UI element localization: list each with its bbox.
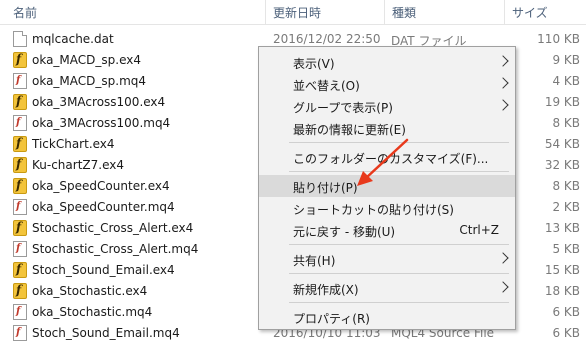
chevron-right-icon bbox=[497, 77, 509, 89]
mq4-file-icon: f bbox=[13, 241, 27, 257]
menu-item-label: 共有(H) bbox=[293, 254, 336, 268]
menu-item-label: グループで表示(P) bbox=[293, 101, 393, 115]
file-name: Stochastic_Cross_Alert.ex4 bbox=[32, 221, 194, 235]
chevron-right-icon bbox=[497, 252, 509, 264]
file-size: 4 KB bbox=[552, 74, 580, 88]
column-divider[interactable] bbox=[384, 0, 385, 24]
file-size: 32 KB bbox=[544, 158, 580, 172]
dat-file-icon bbox=[13, 31, 27, 47]
column-header-date[interactable]: 更新日時 bbox=[273, 4, 321, 21]
column-divider[interactable] bbox=[504, 0, 505, 24]
file-name: oka_MACD_sp.mq4 bbox=[32, 74, 147, 88]
column-header-name[interactable]: 名前 bbox=[13, 4, 37, 21]
column-header-size[interactable]: サイズ bbox=[512, 4, 548, 21]
menu-item-label: 最新の情報に更新(E) bbox=[293, 123, 406, 137]
column-header-type[interactable]: 種類 bbox=[392, 4, 416, 21]
file-name: oka_3MAcross100.mq4 bbox=[32, 116, 171, 130]
ex4-file-icon: f bbox=[13, 157, 27, 173]
file-name: Ku-chartZ7.ex4 bbox=[32, 158, 124, 172]
mq4-file-icon: f bbox=[13, 199, 27, 215]
file-name: oka_Stochastic.mq4 bbox=[32, 305, 153, 319]
menu-item-label: 表示(V) bbox=[293, 57, 335, 71]
menu-item-shortcut: Ctrl+Z bbox=[459, 223, 499, 237]
menu-item-label: プロパティ(R) bbox=[293, 312, 370, 326]
menu-item[interactable]: プロパティ(R) bbox=[259, 306, 515, 328]
chevron-right-icon bbox=[497, 99, 509, 111]
menu-item-label: 新規作成(X) bbox=[293, 283, 359, 297]
file-name: oka_MACD_sp.ex4 bbox=[32, 53, 141, 67]
file-size: 110 KB bbox=[537, 32, 580, 46]
file-name: oka_SpeedCounter.mq4 bbox=[32, 200, 175, 214]
mq4-file-icon: f bbox=[13, 115, 27, 131]
file-size: 54 KB bbox=[544, 137, 580, 151]
column-header: 名前 更新日時 種類 サイズ bbox=[0, 0, 586, 25]
menu-separator bbox=[289, 302, 509, 303]
menu-item-label: このフォルダーのカスタマイズ(F)... bbox=[293, 152, 489, 166]
menu-item[interactable]: このフォルダーのカスタマイズ(F)... bbox=[259, 146, 515, 168]
ex4-file-icon: f bbox=[13, 178, 27, 194]
menu-item[interactable]: グループで表示(P) bbox=[259, 95, 515, 117]
file-size: 8 KB bbox=[552, 116, 580, 130]
file-name: Stoch_Sound_Email.mq4 bbox=[32, 326, 180, 340]
menu-item[interactable]: 元に戻す - 移動(U) Ctrl+Z bbox=[259, 219, 515, 241]
ex4-file-icon: f bbox=[13, 262, 27, 278]
file-name: mqlcache.dat bbox=[32, 32, 114, 46]
file-size: 5 KB bbox=[552, 242, 580, 256]
mq4-file-icon: f bbox=[13, 304, 27, 320]
menu-separator bbox=[289, 273, 509, 274]
menu-item[interactable]: 共有(H) bbox=[259, 248, 515, 270]
mq4-file-icon: f bbox=[13, 325, 27, 341]
menu-item-label: ショートカットの貼り付け(S) bbox=[293, 203, 454, 217]
file-size: 9 KB bbox=[552, 53, 580, 67]
menu-item-label: 並べ替え(O) bbox=[293, 79, 360, 93]
ex4-file-icon: f bbox=[13, 283, 27, 299]
menu-separator bbox=[289, 171, 509, 172]
file-name: TickChart.ex4 bbox=[32, 137, 115, 151]
file-size: 6 KB bbox=[552, 326, 580, 340]
file-size: 18 KB bbox=[544, 284, 580, 298]
menu-separator bbox=[289, 142, 509, 143]
column-divider[interactable] bbox=[265, 0, 266, 24]
file-size: 15 KB bbox=[544, 263, 580, 277]
context-menu: 表示(V) 並べ替え(O) グループで表示(P) 最新の情報に更新(E) このフォルダー… bbox=[258, 46, 516, 330]
menu-separator bbox=[289, 244, 509, 245]
file-size: 13 KB bbox=[544, 221, 580, 235]
file-size: 8 KB bbox=[552, 179, 580, 193]
menu-item[interactable]: 最新の情報に更新(E) bbox=[259, 117, 515, 139]
file-name: Stoch_Sound_Email.ex4 bbox=[32, 263, 175, 277]
chevron-right-icon bbox=[497, 55, 509, 67]
menu-item-label: 元に戻す - 移動(U) bbox=[293, 225, 396, 239]
menu-item[interactable]: 並べ替え(O) bbox=[259, 73, 515, 95]
file-name: Stochastic_Cross_Alert.mq4 bbox=[32, 242, 199, 256]
file-size: 2 KB bbox=[552, 200, 580, 214]
file-size: 6 KB bbox=[552, 305, 580, 319]
menu-item[interactable]: ショートカットの貼り付け(S) bbox=[259, 197, 515, 219]
ex4-file-icon: f bbox=[13, 94, 27, 110]
file-name: oka_Stochastic.ex4 bbox=[32, 284, 148, 298]
menu-item-label: 貼り付け(P) bbox=[293, 181, 358, 195]
chevron-right-icon bbox=[497, 281, 509, 293]
menu-item[interactable]: 貼り付け(P) bbox=[259, 175, 515, 197]
ex4-file-icon: f bbox=[13, 52, 27, 68]
ex4-file-icon: f bbox=[13, 220, 27, 236]
menu-item[interactable]: 表示(V) bbox=[259, 51, 515, 73]
file-date: 2016/12/02 22:50 bbox=[273, 32, 381, 46]
file-name: oka_SpeedCounter.ex4 bbox=[32, 179, 170, 193]
mq4-file-icon: f bbox=[13, 73, 27, 89]
ex4-file-icon: f bbox=[13, 136, 27, 152]
menu-item[interactable]: 新規作成(X) bbox=[259, 277, 515, 299]
file-size: 19 KB bbox=[544, 95, 580, 109]
file-name: oka_3MAcross100.ex4 bbox=[32, 95, 166, 109]
